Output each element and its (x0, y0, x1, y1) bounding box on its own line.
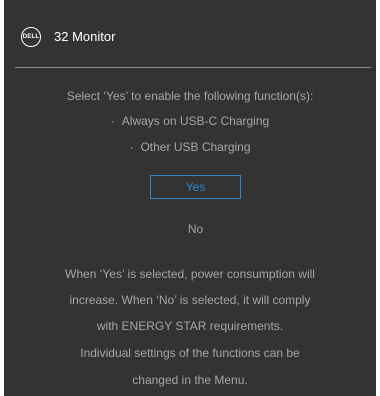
dell-logo-text: DELL (22, 34, 40, 40)
notice-line-5: changed in the Menu. (132, 373, 248, 387)
monitor-title: 32 Monitor (54, 29, 116, 44)
no-button[interactable]: No (150, 218, 241, 240)
yes-button[interactable]: Yes (150, 175, 241, 199)
notice-line-2: increase. When ‘No’ is selected, it will… (69, 293, 311, 307)
function-item-usb-c-charging: Always on USB-C Charging (4, 114, 376, 128)
notice-line-1: When ‘Yes’ is selected, power consumptio… (65, 267, 315, 281)
prompt-question: Select ‘Yes’ to enable the following fun… (66, 89, 314, 103)
notice-line-3: with ENERGY STAR requirements. (96, 319, 284, 333)
notice-line-4: Individual settings of the functions can… (80, 346, 300, 360)
header-divider (15, 67, 371, 68)
function-item-usb-charging: Other USB Charging (4, 140, 376, 154)
osd-header: DELL 32 Monitor (4, 0, 376, 68)
dell-logo-icon: DELL (21, 27, 41, 47)
monitor-osd-dialog: DELL 32 Monitor Select ‘Yes’ to enable t… (4, 0, 376, 396)
